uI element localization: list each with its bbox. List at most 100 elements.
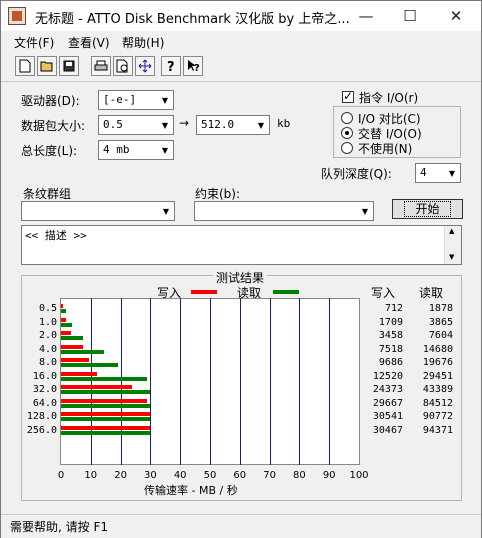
write-bar [61, 371, 98, 376]
x-tick-label: 90 [322, 470, 336, 481]
description-box[interactable]: << 描述 >> ▲ ▼ [21, 225, 462, 265]
read-value: 43389 [422, 384, 453, 395]
print-icon[interactable] [91, 56, 111, 76]
y-tick-label: 256.0 [26, 424, 57, 436]
svg-text:?: ? [167, 60, 175, 73]
x-tick-label: 70 [263, 470, 276, 481]
write-value: 712 [384, 303, 403, 314]
write-bar [61, 412, 150, 416]
x-axis-label: 传输速率 - MB / 秒 [144, 484, 238, 497]
x-tick-label: 60 [233, 470, 247, 481]
read-value: 84512 [422, 397, 453, 409]
write-value: 12520 [372, 370, 403, 382]
x-tick-label: 40 [173, 470, 187, 481]
menu-view[interactable]: 查看(V) [68, 34, 110, 51]
toolbar: ? ? [9, 56, 209, 78]
y-tick-label: 8.0 [38, 357, 57, 368]
write-value: 9686 [378, 357, 403, 368]
x-tick-label: 10 [84, 470, 98, 481]
x-tick-label: 80 [293, 470, 306, 481]
chevron-down-icon: ▼ [161, 120, 169, 130]
restrict-select[interactable]: ▼ [194, 201, 374, 221]
menu-file[interactable]: 文件(F) [14, 34, 54, 51]
io-neither-radio[interactable] [341, 142, 353, 154]
chart-gridline [120, 298, 122, 465]
write-bar [61, 331, 72, 335]
column-write-header: 写入 [371, 286, 396, 300]
menu-bar: 文件(F) 查看(V) 帮助(H) [1, 31, 481, 53]
open-icon[interactable] [37, 56, 57, 76]
read-value: 90772 [422, 411, 453, 422]
svg-text:?: ? [194, 63, 200, 73]
save-icon[interactable] [59, 56, 79, 76]
title-bar[interactable]: 无标题 - ATTO Disk Benchmark 汉化版 by 上帝之... … [1, 1, 481, 31]
chevron-down-icon: ▼ [161, 145, 169, 155]
transfer-to-select[interactable]: 512.0 ▼ [196, 115, 270, 135]
transfer-size-label: 数据包大小: [21, 119, 86, 133]
write-bar [61, 425, 150, 430]
transfer-to-value: 512.0 [201, 118, 235, 131]
write-value: 24373 [372, 384, 403, 395]
write-bar [61, 398, 148, 403]
arrow-icon: → [179, 116, 190, 130]
app-icon [8, 7, 26, 25]
chart-gridline [299, 298, 301, 465]
total-length-label: 总长度(L): [21, 144, 78, 158]
legend-read-swatch [273, 290, 299, 294]
help-icon[interactable]: ? [161, 56, 181, 76]
read-bar [61, 309, 67, 313]
description-scrollbar[interactable]: ▲ ▼ [444, 226, 461, 264]
minimize-button[interactable]: — [343, 1, 389, 31]
read-value: 94371 [422, 424, 453, 436]
drive-select[interactable]: [-e-] ▼ [98, 90, 174, 110]
queue-depth-select[interactable]: 4 ▼ [415, 163, 461, 183]
queue-depth-value: 4 [420, 166, 427, 179]
maximize-button[interactable]: ☐ [387, 1, 433, 31]
description-text: << 描述 >> [25, 229, 87, 242]
scroll-down-icon[interactable]: ▼ [449, 253, 454, 261]
start-button-label: 开始 [404, 201, 451, 217]
scroll-up-icon[interactable]: ▲ [449, 227, 454, 235]
read-value: 19676 [422, 357, 453, 368]
window-title: 无标题 - ATTO Disk Benchmark 汉化版 by 上帝之... [35, 12, 350, 27]
drive-label: 驱动器(D): [21, 94, 80, 108]
read-bar [61, 363, 119, 367]
print-preview-icon[interactable] [113, 56, 133, 76]
stripe-group-label: 条纹群组 [23, 187, 72, 201]
chevron-down-icon: ▼ [162, 206, 170, 216]
direct-io-checkbox[interactable] [342, 89, 354, 103]
write-bar [61, 385, 132, 389]
read-value: 7604 [428, 330, 453, 341]
write-value: 30541 [372, 411, 403, 422]
write-value: 3458 [378, 330, 403, 341]
new-icon[interactable] [15, 56, 35, 76]
read-bar [61, 417, 151, 421]
y-tick-label: 2.0 [38, 330, 57, 341]
context-help-icon[interactable]: ? [183, 56, 203, 76]
menu-help[interactable]: 帮助(H) [122, 34, 164, 51]
chevron-down-icon: ▼ [161, 95, 169, 105]
chart-gridline [180, 298, 182, 465]
start-button[interactable]: 开始 [392, 199, 463, 219]
read-value: 29451 [422, 370, 453, 382]
chevron-down-icon: ▼ [361, 206, 369, 216]
close-button[interactable]: ✕ [433, 1, 479, 31]
y-tick-label: 0.5 [38, 303, 57, 314]
read-bar [61, 390, 151, 394]
total-length-select[interactable]: 4 mb ▼ [98, 140, 174, 160]
io-compare-radio[interactable] [341, 112, 353, 124]
chevron-down-icon: ▼ [257, 120, 265, 130]
chart-gridline [269, 298, 271, 465]
direct-io-label: 指令 I/O(r) [359, 91, 419, 105]
read-value: 14680 [422, 343, 453, 355]
move-icon[interactable] [135, 56, 155, 76]
stripe-group-select[interactable]: ▼ [21, 201, 175, 221]
write-value: 1709 [378, 316, 403, 328]
chevron-down-icon: ▼ [448, 168, 456, 178]
app-window: 无标题 - ATTO Disk Benchmark 汉化版 by 上帝之... … [0, 0, 482, 538]
y-tick-label: 64.0 [32, 397, 57, 409]
transfer-from-select[interactable]: 0.5 ▼ [98, 115, 174, 135]
x-tick-label: 50 [203, 470, 217, 481]
y-tick-label: 128.0 [26, 411, 57, 422]
io-overlap-radio[interactable] [341, 127, 353, 139]
